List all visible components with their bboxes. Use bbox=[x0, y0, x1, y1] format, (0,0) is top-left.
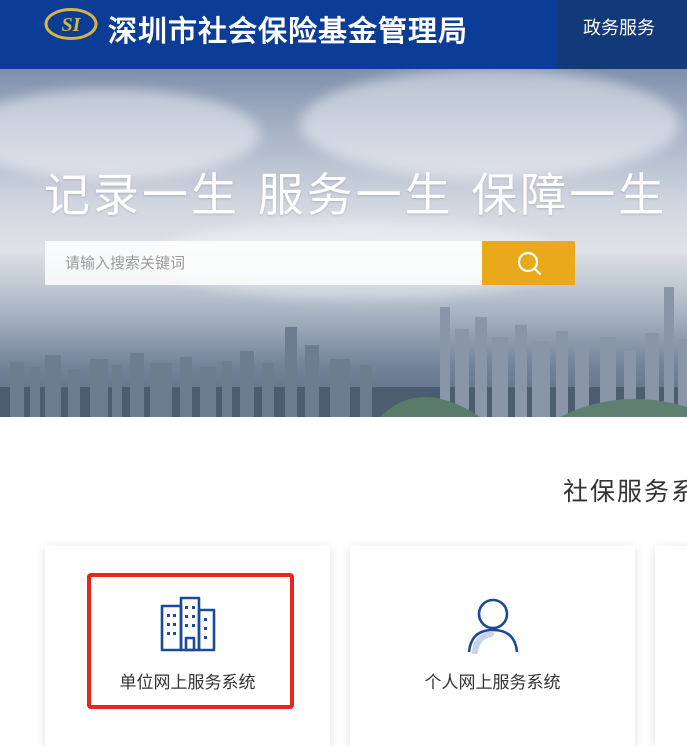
hero-banner: 记录一生 服务一生 保障一生 bbox=[0, 69, 687, 417]
city-skyline-image bbox=[0, 287, 687, 417]
banner-slogan: 记录一生 服务一生 保障一生 bbox=[44, 168, 668, 222]
card-personal-service[interactable]: 个人网上服务系统 bbox=[350, 546, 635, 746]
highlight-box bbox=[87, 573, 294, 709]
card-label-personal: 个人网上服务系统 bbox=[424, 673, 561, 693]
search-icon bbox=[517, 251, 541, 276]
nav-gov-services[interactable]: 政务服务 bbox=[557, 0, 687, 69]
logo-text: SI bbox=[62, 14, 82, 36]
search-input[interactable] bbox=[45, 241, 482, 285]
search-button[interactable] bbox=[482, 241, 575, 285]
si-logo-icon[interactable]: SI bbox=[44, 7, 98, 41]
person-icon bbox=[467, 598, 518, 654]
card-partial[interactable] bbox=[655, 546, 687, 746]
section-title: 社保服务系 bbox=[563, 477, 687, 506]
site-header: SI 深圳市社会保险基金管理局 政务服务 bbox=[0, 0, 687, 69]
site-title: 深圳市社会保险基金管理局 bbox=[108, 14, 469, 48]
